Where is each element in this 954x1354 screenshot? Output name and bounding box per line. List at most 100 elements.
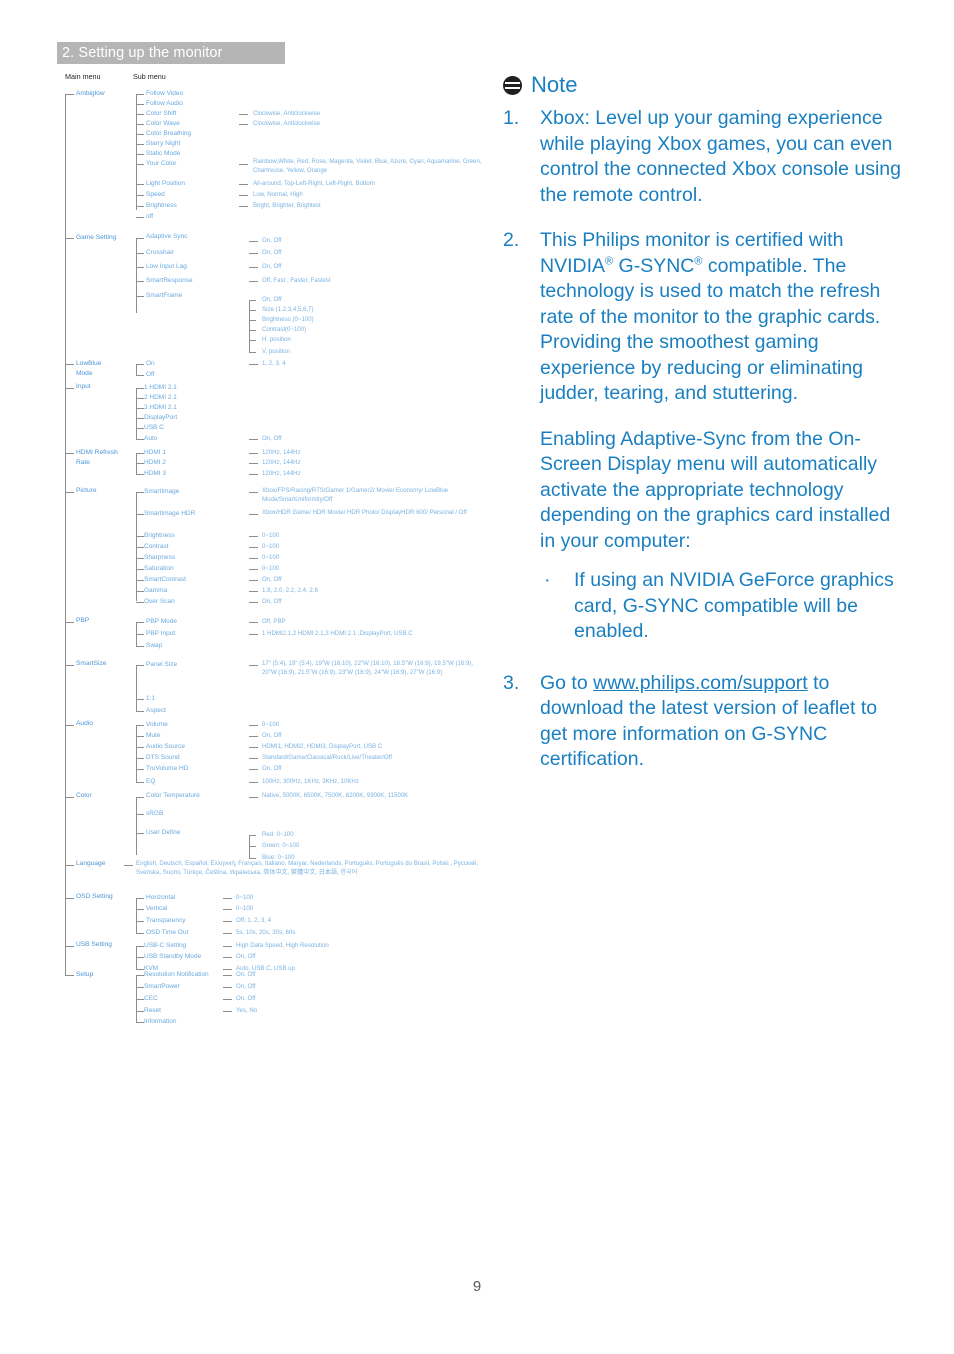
menu-item-input: Input: [76, 383, 91, 390]
submenu-information: Information: [144, 1018, 177, 1025]
tree-connector: [136, 134, 144, 135]
note-icon: [503, 76, 522, 95]
tree-connector: [136, 184, 144, 185]
tree-spine-sub: [136, 898, 137, 933]
tree-connector: [136, 622, 144, 623]
note-item-2-number: 2.: [503, 229, 520, 251]
submenu-picture-saturation: Saturation: [144, 565, 174, 572]
submenu-smartimage-hdr: SmartImage HDR: [144, 510, 196, 517]
tree-connector: [136, 463, 144, 464]
submenu-color-wave: Color Wave: [146, 120, 180, 127]
submenu-hdmi1-rate: HDMI 1: [144, 449, 167, 456]
options-hdmi2-rate: 120Hz, 144Hz: [262, 459, 301, 466]
tree-connector: [65, 665, 74, 666]
options-osd-time-out: 5s, 10s, 20s, 30s, 60s: [236, 929, 296, 936]
menu-item-hdmi-refresh-rate: HDMI Refresh Rate: [76, 449, 118, 466]
tree-connector: [136, 602, 144, 603]
options-smartframe-brightness: Brightness (0~100): [262, 316, 314, 323]
submenu-volume: Volume: [146, 721, 168, 728]
tree-dash: [249, 547, 258, 548]
tree-dash: [239, 124, 248, 125]
tree-connector: [136, 957, 144, 958]
submenu-smartcontrast: SmartContrast: [144, 576, 186, 583]
tree-connector: [136, 833, 144, 834]
menu-item-pbp: PBP: [76, 617, 90, 624]
options-low-input-lag: On, Off: [262, 263, 282, 270]
tree-connector: [65, 364, 74, 365]
options-osd-transparency: Off, 1, 2, 3, 4: [236, 917, 272, 924]
tree-dash: [249, 602, 258, 603]
tree-dash: [223, 1011, 232, 1012]
options-pbp-input: 1 HDMI2.1,2 HDMI 2.1,3 HDMI 2.1 ,Display…: [262, 630, 413, 637]
tree-dash: [249, 569, 258, 570]
tree-connector: [136, 238, 144, 239]
note-item-2-text-b: G-SYNC: [613, 254, 695, 277]
tree-connector: [65, 453, 74, 454]
submenu-lowblue-on: On: [146, 360, 155, 367]
tree-connector: [136, 646, 144, 647]
menu-item-audio: Audio: [76, 720, 93, 727]
tree-connector: [136, 453, 144, 454]
tree-connector: [136, 428, 144, 429]
submenu-osd-vertical: Vertical: [146, 905, 168, 912]
tree-dash: [223, 957, 232, 958]
tree-connector: [136, 296, 144, 297]
tree-dash: [223, 975, 232, 976]
tree-dash: [249, 241, 258, 242]
submenu-picture-contrast: Contrast: [144, 543, 169, 550]
note-item-3-number: 3.: [503, 671, 520, 694]
submenu-over-scan: Over Scan: [144, 598, 175, 605]
submenu-color-breathing: Color Breathing: [146, 130, 192, 137]
tree-connector: [136, 439, 144, 440]
submenu-gamma: Gamma: [144, 587, 168, 594]
submenu-lowblue-off: Off: [146, 371, 155, 378]
submenu-user-define: User Define: [146, 829, 181, 836]
note-item-1-number: 1.: [503, 107, 520, 129]
tree-connector: [249, 310, 256, 311]
tree-connector: [136, 492, 144, 493]
tree-connector: [136, 814, 144, 815]
tree-connector: [249, 846, 256, 847]
submenu-osd-time-out: OSD Time Out: [146, 929, 189, 936]
tree-connector: [136, 1022, 144, 1023]
tree-dash: [249, 492, 258, 493]
options-picture-brightness: 0~100: [262, 532, 280, 539]
options-adaptive-sync: On, Off: [262, 237, 282, 244]
column-header-main-menu: Main menu: [65, 72, 101, 81]
submenu-cec: CEC: [144, 995, 158, 1002]
options-color-wave: Clockwise, Anticlockwise: [253, 120, 321, 127]
options-color-temperature: Native, 5000K, 6500K, 7500K, 8200K, 9300…: [262, 792, 409, 799]
tree-connector: [136, 725, 144, 726]
tree-dash: [223, 898, 232, 899]
options-smartframe-contrast: Contrast(0~100): [262, 326, 307, 333]
submenu-eq: EQ: [146, 778, 156, 785]
tree-connector: [136, 591, 144, 592]
options-audio-source: HDMI1, HDMI2, HDMI3, DisplayPort, USB C: [262, 743, 383, 750]
tree-connector: [136, 267, 144, 268]
tree-dash: [239, 184, 248, 185]
options-smartframe-hposition: H. position: [262, 336, 291, 343]
options-osd-horizontal: 0~100: [236, 894, 254, 901]
menu-item-language: Language: [76, 860, 106, 867]
registered-mark-nvidia: ®: [605, 255, 614, 267]
submenu-color-shift: Color Shift: [146, 110, 177, 117]
tree-connector: [136, 217, 144, 218]
submenu-low-input-lag: Low Input Lag: [146, 263, 187, 270]
options-crosshair: On, Off: [262, 249, 282, 256]
submenu-your-color: Your Color: [146, 160, 177, 167]
tree-spine-sub: [136, 388, 137, 440]
tree-dash: [249, 514, 258, 515]
submenu-follow-video: Follow Video: [146, 90, 184, 97]
tree-spine-smartframe: [249, 300, 250, 352]
tree-dash: [249, 253, 258, 254]
submenu-panel-size: Panel Size: [146, 661, 178, 668]
tree-connector: [136, 474, 144, 475]
tree-connector: [249, 835, 256, 836]
menu-item-game-setting: Game Setting: [76, 234, 117, 241]
tree-dash: [249, 747, 258, 748]
philips-support-link[interactable]: www.philips.com/support: [593, 672, 808, 694]
note-item-2-bullet-text: If using an NVIDIA GeForce graphics card…: [574, 569, 894, 642]
note-title: Note: [531, 72, 578, 97]
tree-connector: [136, 580, 144, 581]
note-item-2-bullet: · If using an NVIDIA GeForce graphics ca…: [540, 568, 903, 645]
